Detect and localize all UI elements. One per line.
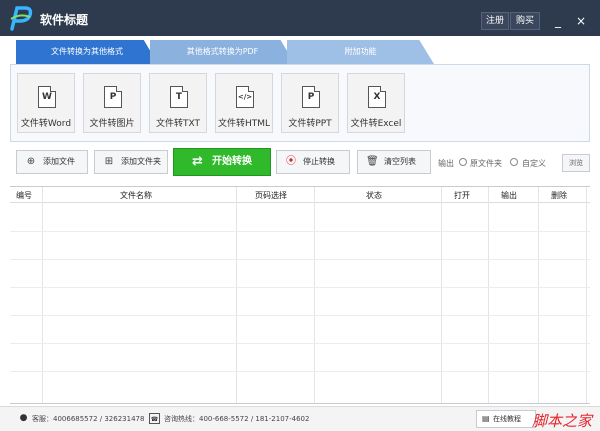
column-header: 打开 [454,191,470,200]
txt-doc-icon: T [170,86,188,108]
column-header: 状态 [366,191,382,200]
tool-to-html[interactable]: </> 文件转HTML [215,73,273,133]
excel-doc-icon: X [368,86,386,108]
refresh-arrows-icon: ⇄ [192,154,203,169]
title-bar: 软件标题 注册 购买 _ × [0,0,600,36]
stop-circle-icon: ⦿ [286,156,296,167]
row-divider [10,259,590,260]
file-list-table[interactable]: 编号 文件名称 页码选择 状态 打开 输出 删除 [10,186,590,404]
word-doc-icon: W [38,86,56,108]
tab-extra-features[interactable]: 附加功能 [287,40,434,64]
tool-label: 文件转HTML [217,119,271,129]
source-folder-label: 原文件夹 [470,159,502,168]
output-label: 输出 [438,159,454,168]
row-divider [10,287,590,288]
tool-label: 文件转Excel [350,119,402,129]
tool-to-excel[interactable]: X 文件转Excel [347,73,405,133]
column-header: 删除 [551,191,567,200]
minimize-button[interactable]: _ [549,12,567,30]
row-divider [10,231,590,232]
column-header: 编号 [16,191,32,200]
tab-other-to-pdf[interactable]: 其他格式转换为PDF [150,40,295,64]
tool-label: 文件转TXT [155,119,200,129]
row-divider [10,315,590,316]
browse-button[interactable]: 浏览 [562,154,590,172]
qq-penguin-icon: ● [19,413,28,423]
start-convert-button[interactable]: ⇄ 开始转换 [173,148,271,176]
folder-plus-icon: ⊞ [104,156,114,167]
column-header: 输出 [501,191,517,200]
register-button[interactable]: 注册 [481,12,509,30]
tool-to-word[interactable]: W 文件转Word [17,73,75,133]
column-header: 页码选择 [255,191,287,200]
radio-custom-folder[interactable] [510,158,518,166]
ppt-doc-icon: P [302,86,320,108]
buy-button[interactable]: 购买 [510,12,540,30]
svg-text:脚本之家: 脚本之家 [532,412,594,430]
tool-label: 文件转PPT [288,119,332,129]
status-bar: ● 客服：4006685572 / 326231478 ☎ 咨询热线：400-6… [0,406,600,431]
trash-icon: 🗑 [366,156,379,167]
image-doc-icon: P [104,86,122,108]
html-doc-icon: </> [236,86,254,108]
conversion-toolbar: W 文件转Word P 文件转图片 T 文件转TXT </> 文件转HTML P… [10,64,590,142]
tab-strip: 文件转换为其他格式 其他格式转换为PDF 附加功能 [0,36,600,64]
add-folder-button[interactable]: ⊞ 添加文件夹 [94,150,168,174]
table-header: 编号 文件名称 页码选择 状态 打开 输出 删除 [10,187,590,203]
watermark-logo: 脚本之家 [532,412,594,430]
row-divider [10,343,590,344]
action-bar: ⊕ 添加文件 ⊞ 添加文件夹 ⇄ 开始转换 ⦿ 停止转换 🗑 清空列表 输出 原… [10,146,590,180]
book-icon: ▤ [482,414,490,423]
tool-label: 文件转Word [20,119,72,129]
tool-label: 文件转图片 [89,119,135,129]
add-circle-icon: ⊕ [26,156,36,167]
phone-icon: ☎ [149,413,160,424]
stop-convert-button[interactable]: ⦿ 停止转换 [276,150,350,174]
app-title: 软件标题 [40,13,89,27]
tool-to-txt[interactable]: T 文件转TXT [149,73,207,133]
tool-to-ppt[interactable]: P 文件转PPT [281,73,339,133]
support-contact: 客服：4006685572 / 326231478 [32,415,145,423]
online-tutorial-button[interactable]: ▤ 在线教程 [476,410,536,428]
add-file-button[interactable]: ⊕ 添加文件 [16,150,88,174]
clear-list-button[interactable]: 🗑 清空列表 [357,150,431,174]
hotline-contact: 咨询热线：400-668-5572 / 181-2107-4602 [164,415,310,423]
tool-to-image[interactable]: P 文件转图片 [83,73,141,133]
column-header: 文件名称 [120,191,152,200]
row-divider [10,371,590,372]
close-button[interactable]: × [572,12,590,30]
custom-folder-label: 自定义 [522,159,546,168]
tab-file-to-other[interactable]: 文件转换为其他格式 [16,40,158,64]
app-logo-icon [10,6,33,31]
radio-source-folder[interactable] [459,158,467,166]
